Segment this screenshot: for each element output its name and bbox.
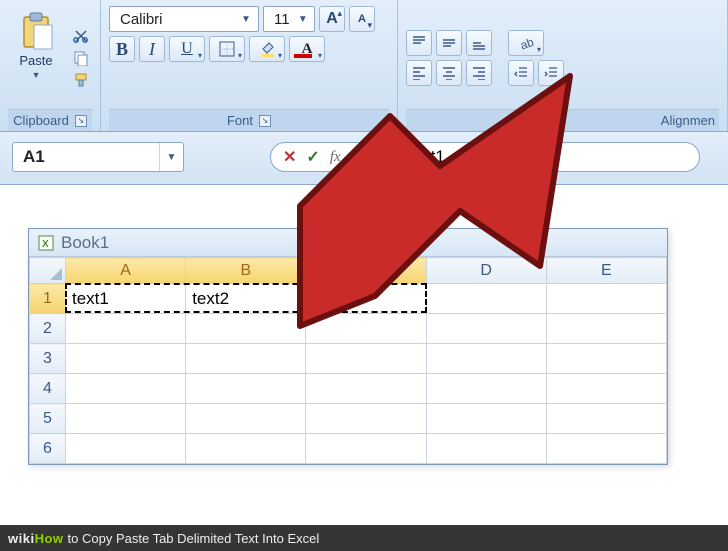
svg-text:X: X	[42, 239, 49, 250]
font-name-combo[interactable]: Calibri ▼	[109, 6, 259, 32]
borders-icon	[219, 41, 235, 57]
scissors-icon	[73, 28, 89, 44]
fx-icon[interactable]: fx	[330, 149, 341, 166]
paste-label: Paste	[19, 53, 52, 68]
fill-color-button[interactable]	[249, 36, 285, 62]
grow-font-icon: A	[326, 10, 338, 28]
chevron-down-icon: ▼	[32, 70, 41, 80]
increase-indent-button[interactable]	[538, 60, 564, 86]
paste-button[interactable]: Paste ▼	[8, 6, 64, 109]
font-color-button[interactable]: A	[289, 36, 325, 62]
row-header-1[interactable]: 1	[30, 284, 66, 314]
increase-indent-icon	[544, 66, 558, 80]
caption-text: to Copy Paste Tab Delimited Text Into Ex…	[68, 531, 320, 546]
align-right-icon	[472, 66, 486, 80]
cell-E1[interactable]	[546, 284, 666, 314]
cell-D1[interactable]	[426, 284, 546, 314]
formula-bar: A1 ▼ ✕ ✓ fx t1	[0, 132, 728, 185]
cell-C1[interactable]: text3	[306, 284, 426, 314]
align-top-icon	[412, 36, 426, 50]
formula-value: t1	[431, 147, 445, 167]
cell-A1[interactable]: text1	[66, 284, 186, 314]
svg-text:ab: ab	[518, 35, 534, 51]
row-header-4[interactable]: 4	[30, 374, 66, 404]
align-bottom-icon	[472, 36, 486, 50]
chevron-down-icon: ▼	[296, 14, 310, 25]
align-left-button[interactable]	[406, 60, 432, 86]
copy-button[interactable]	[70, 49, 92, 67]
select-all-corner[interactable]	[30, 258, 66, 284]
decrease-indent-icon	[514, 66, 528, 80]
clipboard-icon	[16, 11, 56, 51]
align-center-button[interactable]	[436, 60, 462, 86]
cancel-icon[interactable]: ✕	[283, 147, 296, 167]
alignment-group-label: Alignmen	[406, 109, 719, 131]
group-clipboard: Paste ▼ Clipboard ↘	[0, 0, 101, 131]
group-font: Calibri ▼ 11 ▼ A▴ A▾ B I U	[101, 0, 398, 131]
col-header-C[interactable]: C	[306, 258, 426, 284]
italic-button[interactable]: I	[139, 36, 165, 62]
col-header-A[interactable]: A	[66, 258, 186, 284]
underline-button[interactable]: U	[169, 36, 205, 62]
cut-button[interactable]	[70, 27, 92, 45]
ribbon: Paste ▼ Clipboard ↘	[0, 0, 728, 132]
align-bottom-button[interactable]	[466, 30, 492, 56]
spreadsheet-grid[interactable]: A B C D E 1 text1 text2 text3 2 3	[29, 257, 667, 464]
chevron-down-icon[interactable]: ▼	[159, 143, 183, 171]
shrink-font-button[interactable]: A▾	[349, 6, 375, 32]
row-header-6[interactable]: 6	[30, 434, 66, 464]
decrease-indent-button[interactable]	[508, 60, 534, 86]
excel-file-icon: X	[37, 234, 55, 252]
cell-B1[interactable]: text2	[186, 284, 306, 314]
grow-font-button[interactable]: A▴	[319, 6, 345, 32]
align-middle-button[interactable]	[436, 30, 462, 56]
dialog-launcher-icon[interactable]: ↘	[259, 115, 271, 127]
group-alignment: ab Alignmen	[398, 0, 728, 131]
clipboard-group-label: Clipboard ↘	[8, 109, 92, 131]
dialog-launcher-icon[interactable]: ↘	[75, 115, 87, 127]
orientation-button[interactable]: ab	[508, 30, 544, 56]
enter-icon[interactable]: ✓	[306, 147, 319, 167]
workbook-title: Book1	[61, 233, 109, 253]
borders-button[interactable]	[209, 36, 245, 62]
col-header-E[interactable]: E	[546, 258, 666, 284]
caption-bar: wikiHow to Copy Paste Tab Delimited Text…	[0, 525, 728, 551]
formula-field[interactable]: ✕ ✓ fx t1	[270, 142, 700, 172]
row-header-5[interactable]: 5	[30, 404, 66, 434]
font-size-combo[interactable]: 11 ▼	[263, 6, 315, 32]
align-center-icon	[442, 66, 456, 80]
copy-icon	[73, 50, 89, 66]
row-header-3[interactable]: 3	[30, 344, 66, 374]
orientation-icon: ab	[518, 35, 534, 51]
align-middle-icon	[442, 36, 456, 50]
align-top-button[interactable]	[406, 30, 432, 56]
wikihow-logo: wikiHow	[8, 531, 64, 546]
paintbrush-icon	[73, 72, 89, 88]
col-header-D[interactable]: D	[426, 258, 546, 284]
bucket-icon	[259, 41, 275, 57]
format-painter-button[interactable]	[70, 71, 92, 89]
shrink-font-icon: A	[358, 13, 366, 25]
workbook-window: X Book1 A B C D E 1 text1 text2	[28, 228, 668, 465]
workbook-titlebar[interactable]: X Book1	[29, 229, 667, 257]
name-box[interactable]: A1 ▼	[12, 142, 184, 172]
align-left-icon	[412, 66, 426, 80]
col-header-B[interactable]: B	[186, 258, 306, 284]
bold-button[interactable]: B	[109, 36, 135, 62]
align-right-button[interactable]	[466, 60, 492, 86]
font-group-label: Font ↘	[109, 109, 389, 131]
row-header-2[interactable]: 2	[30, 314, 66, 344]
chevron-down-icon: ▼	[238, 14, 254, 25]
